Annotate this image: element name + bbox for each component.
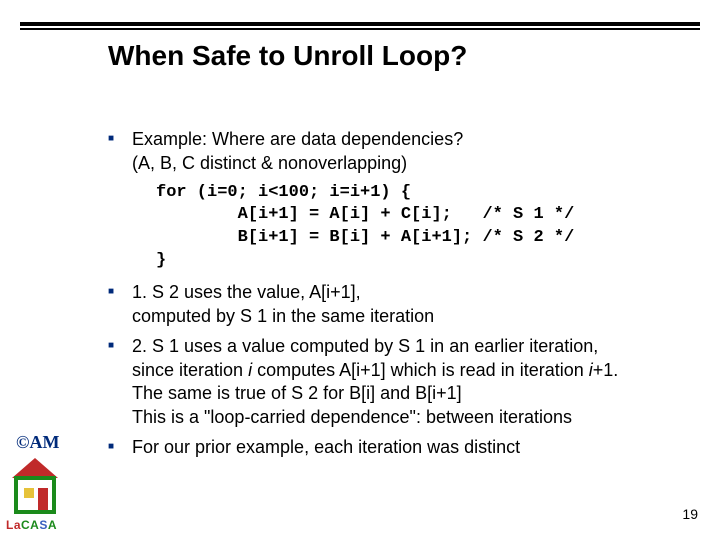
- bullet-4: ■ For our prior example, each iteration …: [108, 436, 690, 460]
- slide-title: When Safe to Unroll Loop?: [108, 40, 467, 72]
- lacasa-logo-text: LaCASA: [6, 518, 57, 532]
- bullet-line: Example: Where are data dependencies?: [132, 129, 463, 149]
- bullet-square-icon: ■: [108, 436, 132, 458]
- bullet-line: computed by S 1 in the same iteration: [132, 306, 434, 326]
- bullet-square-icon: ■: [108, 128, 132, 150]
- bullet-text: Example: Where are data dependencies? (A…: [132, 128, 463, 176]
- bullet-line: 1. S 2 uses the value, A[i+1],: [132, 282, 361, 302]
- bullet-line: +1.: [593, 360, 619, 380]
- logo-a: A: [48, 518, 57, 532]
- house-logo-icon: [10, 456, 60, 516]
- logo-am-copyright: ©AM: [16, 432, 59, 453]
- bullet-line: (A, B, C distinct & nonoverlapping): [132, 153, 407, 173]
- logo-ca: CA: [21, 518, 39, 532]
- bullet-3: ■ 2. S 1 uses a value computed by S 1 in…: [108, 335, 690, 430]
- bullet-text: 2. S 1 uses a value computed by S 1 in a…: [132, 335, 618, 430]
- code-block: for (i=0; i<100; i=i+1) { A[i+1] = A[i] …: [156, 182, 690, 274]
- bullet-line: For our prior example, each iteration wa…: [132, 437, 520, 457]
- bullet-line: since iteration: [132, 360, 248, 380]
- horizontal-rule: [20, 22, 700, 26]
- bullet-square-icon: ■: [108, 335, 132, 357]
- logo-s: S: [39, 518, 48, 532]
- bullet-line: This is a "loop-carried dependence": bet…: [132, 407, 572, 427]
- logo-la: La: [6, 518, 21, 532]
- bullet-line: 2. S 1 uses a value computed by S 1 in a…: [132, 336, 598, 356]
- bullet-text: 1. S 2 uses the value, A[i+1], computed …: [132, 281, 434, 329]
- content-area: ■ Example: Where are data dependencies? …: [108, 128, 690, 466]
- slide: When Safe to Unroll Loop? ■ Example: Whe…: [0, 0, 720, 540]
- bullet-text: For our prior example, each iteration wa…: [132, 436, 520, 460]
- bullet-2: ■ 1. S 2 uses the value, A[i+1], compute…: [108, 281, 690, 329]
- slide-number: 19: [682, 506, 698, 522]
- bullet-square-icon: ■: [108, 281, 132, 303]
- bullet-1: ■ Example: Where are data dependencies? …: [108, 128, 690, 176]
- bullet-line: The same is true of S 2 for B[i] and B[i…: [132, 383, 462, 403]
- bullet-line: computes A[i+1] which is read in iterati…: [252, 360, 589, 380]
